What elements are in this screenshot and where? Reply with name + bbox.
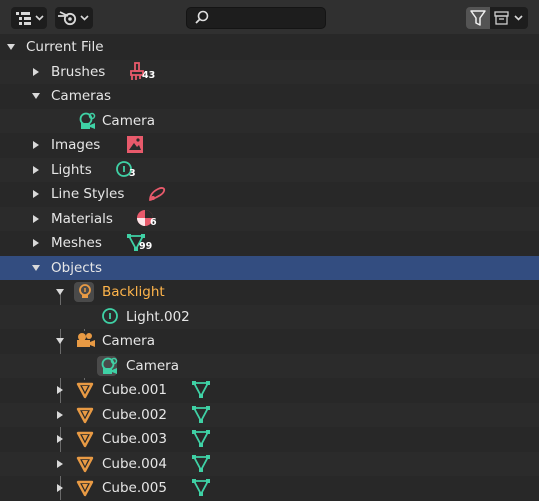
tree-item-label: Camera [102,112,155,129]
mesh-data-icon [192,454,210,472]
tree-item-label: Line Styles [51,186,125,202]
light-data-icon [102,307,118,324]
tree-item-label: Cube.001 [102,382,167,398]
expand-arrow-icon[interactable] [33,141,39,149]
new-collection-icon [494,11,523,25]
tree-item-label: Cube.005 [102,480,167,496]
expand-arrow-icon[interactable] [33,67,39,76]
collapse-arrow-icon[interactable] [56,289,64,295]
user-count-badge: 99 [139,241,153,252]
tree-item-backlight[interactable]: Backlight [0,280,539,305]
camera-data-icon [101,357,118,374]
tree-item-cube005[interactable]: Cube.005 [0,476,539,501]
mesh-object-icon [76,382,94,399]
tree-item-images[interactable]: Images [0,133,539,158]
tree-item-label: Materials [51,210,113,227]
tree-item-cameras[interactable]: Cameras [0,84,539,109]
tree-item-label: Camera [102,333,155,349]
tree-item-objects[interactable]: Objects [0,255,539,280]
mesh-object-icon [76,480,94,497]
tree-item-camera-object[interactable]: Camera [0,329,539,354]
collapse-arrow-icon[interactable] [32,93,40,99]
expand-arrow-icon[interactable] [57,484,63,492]
mesh-object-icon [76,431,94,448]
search-field[interactable] [186,7,326,29]
mesh-data-icon [192,430,210,447]
light-object-icon [79,284,91,298]
collapse-arrow-icon[interactable] [56,338,64,344]
user-count-badge: 6 [150,216,157,228]
tree-item-camera-object-data[interactable]: Camera [0,353,539,378]
expand-arrow-icon[interactable] [33,239,39,247]
blend-file-dropdown[interactable] [55,7,93,29]
expand-arrow-icon[interactable] [33,190,39,198]
tree-item-light002[interactable]: Light.002 [0,304,539,329]
tree-item-label: Cube.004 [102,455,167,472]
expand-arrow-icon[interactable] [57,410,63,419]
tree-item-brushes[interactable]: Brushes 43 [0,59,539,84]
expand-arrow-icon[interactable] [57,435,63,443]
tree-item-current-file[interactable]: Current File [0,35,539,60]
mesh-data-icon [192,381,210,398]
display-mode-dropdown[interactable] [11,7,47,29]
search-input[interactable] [215,8,320,28]
user-count-badge: 3 [129,167,136,179]
funnel-icon [470,10,486,26]
tree-item-meshes[interactable]: Meshes 99 [0,231,539,256]
tree-item-label: Meshes [51,235,102,251]
tree-item-materials[interactable]: Materials 6 [0,206,539,231]
expand-arrow-icon[interactable] [33,165,39,174]
tree-item-label: Camera [126,357,179,374]
expand-arrow-icon[interactable] [57,459,63,468]
filter-button[interactable] [466,7,490,29]
new-collection-dropdown[interactable] [490,7,528,29]
tree-item-lights[interactable]: Lights 3 [0,157,539,182]
mesh-object-icon [76,456,94,472]
outliner-header [0,0,539,34]
expand-arrow-icon[interactable] [33,214,39,223]
tree-item-label: Light.002 [126,308,190,325]
tree-item-label: Cameras [51,88,112,104]
tree-item-label: Objects [51,259,103,276]
line-style-icon [149,187,166,201]
tree-item-label: Cube.002 [102,406,167,423]
collapse-arrow-icon[interactable] [32,264,40,271]
tree-item-cube004[interactable]: Cube.004 [0,451,539,476]
tree-item-label: Current File [26,39,104,55]
search-icon [195,10,209,24]
camera-data-icon [79,112,96,129]
tree-item-cube002[interactable]: Cube.002 [0,402,539,427]
image-icon [127,136,143,153]
collapse-arrow-icon[interactable] [7,44,15,50]
tree-item-label: Brushes [51,63,106,80]
camera-object-icon [77,333,95,347]
outliner-tree: Current File Brushes 43 Cameras Camera I… [0,35,539,500]
tree-item-line-styles[interactable]: Line Styles [0,182,539,207]
tree-item-cube001[interactable]: Cube.001 [0,378,539,403]
expand-arrow-icon[interactable] [57,386,63,394]
tree-item-camera-data[interactable]: Camera [0,108,539,133]
mesh-data-icon [192,405,210,423]
user-count-badge: 43 [142,69,156,81]
mesh-object-icon [76,407,94,423]
outliner-display-icon [16,12,44,25]
tree-item-label: Lights [51,161,92,178]
tree-item-label: Backlight [102,284,165,300]
tree-item-label: Cube.003 [102,431,167,447]
mesh-data-icon [192,479,210,496]
blender-logo-icon [58,11,89,26]
tree-item-label: Images [51,137,101,153]
tree-item-cube003[interactable]: Cube.003 [0,427,539,452]
